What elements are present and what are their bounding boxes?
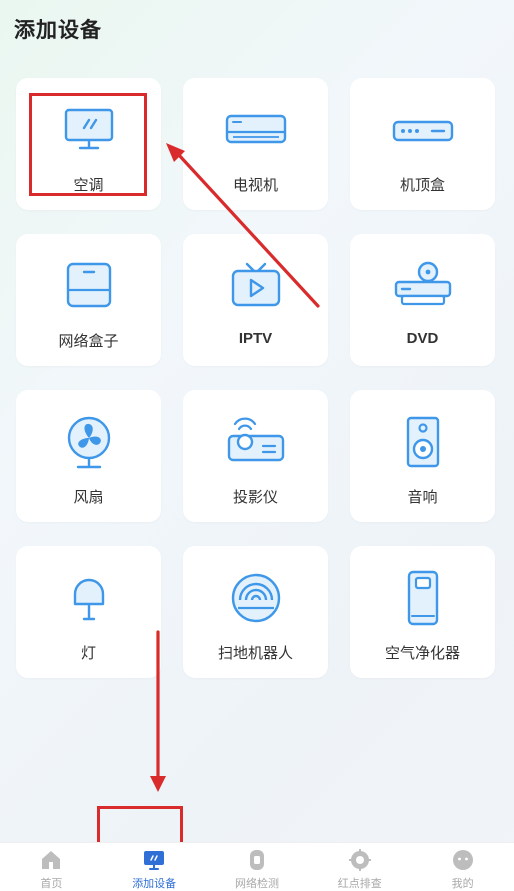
device-card-light[interactable]: 灯 (16, 546, 161, 678)
device-label: 空调 (73, 176, 104, 194)
tab-label: 首页 (40, 877, 63, 890)
air-conditioner-icon (58, 104, 120, 160)
device-card-air-conditioner[interactable]: 空调 (16, 78, 161, 210)
network-check-icon (249, 850, 264, 870)
device-card-dvd[interactable]: DVD (350, 234, 495, 366)
device-label: 扫地机器人 (217, 644, 293, 662)
lamp-icon (58, 572, 120, 628)
device-label: 灯 (80, 644, 96, 662)
device-label: 机顶盒 (399, 176, 445, 194)
tv-wall-unit-icon (225, 104, 287, 160)
tab-label: 我的 (451, 877, 474, 890)
device-card-iptv[interactable]: IPTV (183, 234, 328, 366)
device-card-projector[interactable]: 投影仪 (183, 390, 328, 522)
device-label: IPTV (238, 330, 273, 347)
device-label: 投影仪 (232, 488, 278, 506)
home-icon (42, 851, 61, 869)
tab-red-dot-check[interactable]: 红点排查 (308, 843, 411, 891)
speaker-icon (392, 416, 454, 472)
red-dot-check-icon (348, 849, 371, 871)
profile-icon (452, 850, 473, 870)
device-label: DVD (406, 330, 439, 347)
device-label: 风扇 (73, 488, 104, 506)
tab-label: 红点排查 (337, 877, 382, 890)
dvd-player-icon (392, 260, 454, 316)
device-card-set-top-box[interactable]: 机顶盒 (350, 78, 495, 210)
device-card-fan[interactable]: 风扇 (16, 390, 161, 522)
page-title: 添加设备 (14, 18, 102, 42)
device-card-air-purifier[interactable]: 空气净化器 (350, 546, 495, 678)
device-label: 音响 (407, 488, 438, 506)
device-label: 空气净化器 (384, 644, 460, 662)
device-card-robot-vacuum[interactable]: 扫地机器人 (183, 546, 328, 678)
tab-label: 添加设备 (132, 877, 177, 890)
bottom-tab-bar: 首页 添加设备 网络检测 红点排查 我的 (0, 842, 514, 891)
tab-home[interactable]: 首页 (0, 843, 103, 891)
robot-vacuum-icon (225, 572, 287, 628)
device-card-speaker[interactable]: 音响 (350, 390, 495, 522)
add-device-icon (144, 851, 165, 870)
device-card-network-box[interactable]: 网络盒子 (16, 234, 161, 366)
fan-icon (58, 416, 120, 472)
device-label: 网络盒子 (58, 332, 119, 350)
set-top-box-icon (392, 104, 454, 160)
tab-label: 网络检测 (234, 877, 279, 890)
device-label: 电视机 (232, 176, 278, 194)
air-purifier-icon (392, 570, 454, 628)
projector-icon (225, 416, 287, 472)
tab-network-check[interactable]: 网络检测 (206, 843, 309, 891)
network-box-icon (58, 260, 120, 316)
iptv-icon (225, 260, 287, 316)
tab-add-device[interactable]: 添加设备 (103, 843, 206, 891)
device-grid: 空调 电视机 机顶盒 网络盒子 IPTV DVD 风扇 投影仪 音响 灯 扫地机… (16, 78, 495, 678)
tab-profile[interactable]: 我的 (411, 843, 514, 891)
device-card-tv[interactable]: 电视机 (183, 78, 328, 210)
